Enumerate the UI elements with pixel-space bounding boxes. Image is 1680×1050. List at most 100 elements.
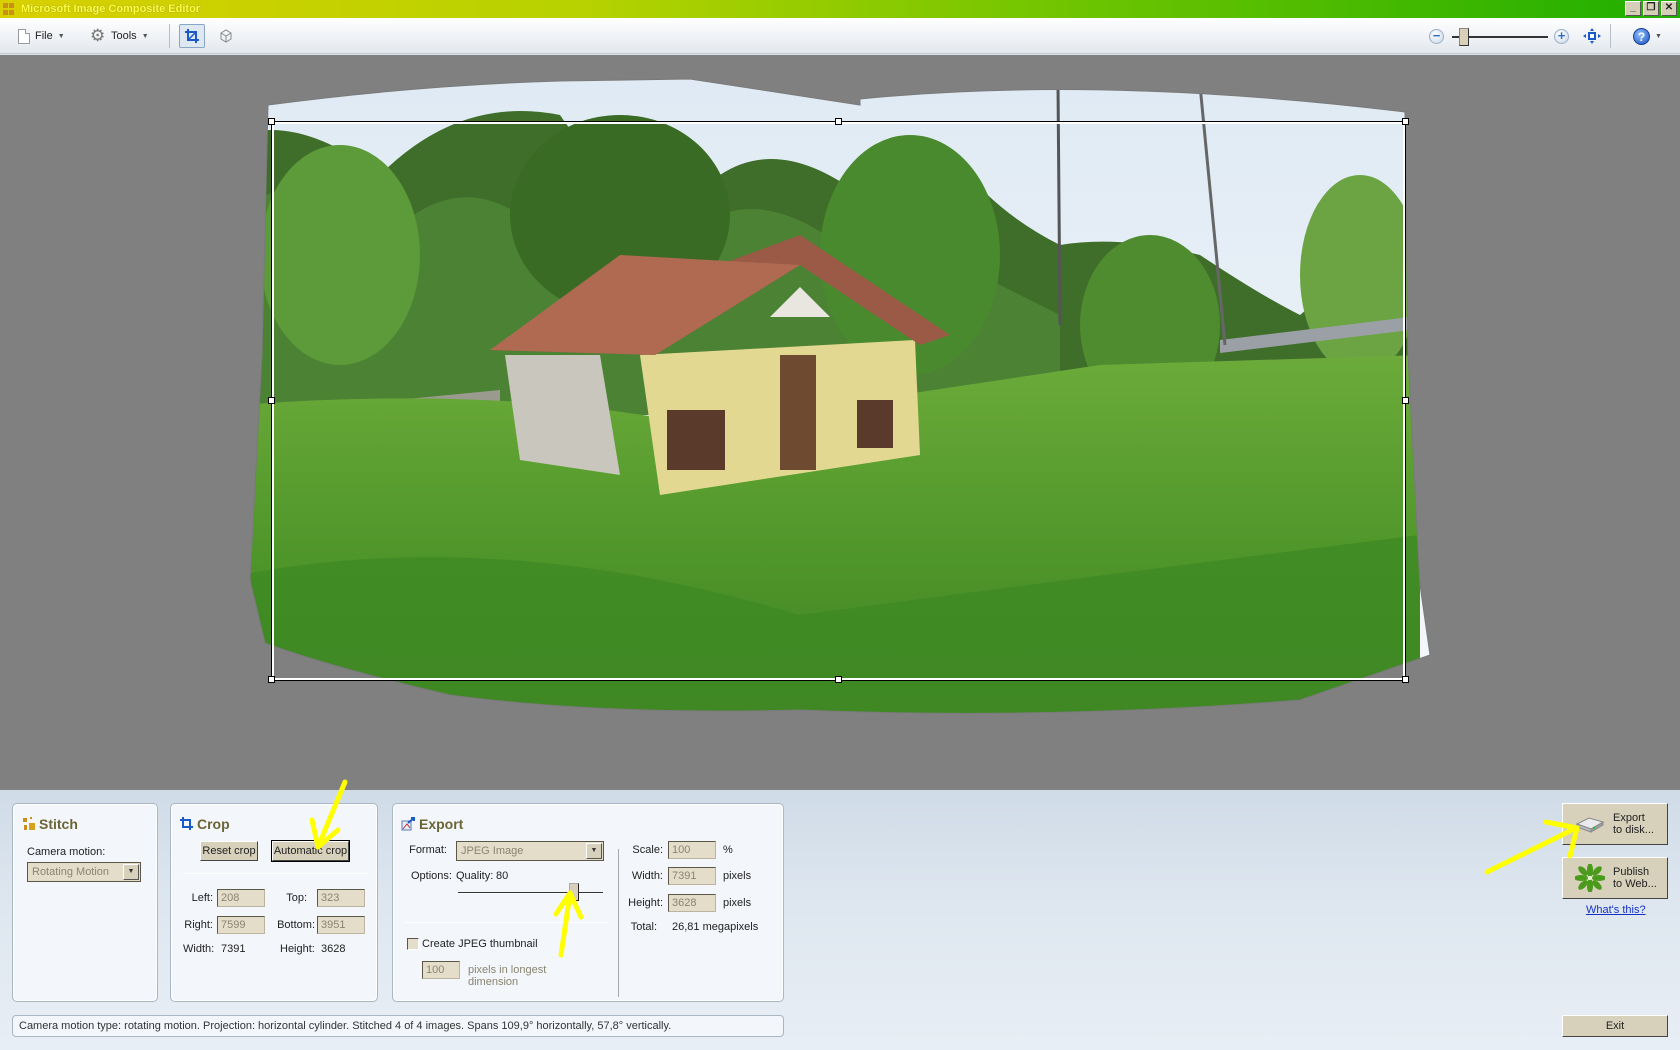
export-panel: Export Format: JPEG Image ▼ Options: Qua… (392, 803, 784, 1002)
crop-handle-bottom[interactable] (835, 676, 842, 683)
width-value: 7391 (221, 943, 246, 955)
export-height-unit: pixels (723, 897, 752, 909)
crop-handle-top-right[interactable] (1402, 118, 1409, 125)
divider (183, 873, 367, 874)
crop-handle-top-left[interactable] (268, 118, 275, 125)
window-title: Microsoft Image Composite Editor (21, 3, 201, 15)
gear-icon: ⚙ (90, 26, 106, 45)
panorama-canvas[interactable] (0, 55, 1680, 790)
zoom-slider-thumb[interactable] (1458, 28, 1469, 46)
crop-handle-bottom-left[interactable] (268, 676, 275, 683)
caret-down-icon[interactable]: ▼ (1655, 33, 1662, 40)
top-label: Top: (286, 892, 307, 904)
export-width-unit: pixels (723, 870, 752, 882)
height-value: 3628 (321, 943, 346, 955)
3d-box-icon (220, 29, 232, 43)
quality-slider-track[interactable] (458, 892, 603, 894)
jpeg-thumbnail-label: Create JPEG thumbnail (422, 938, 538, 950)
stitch-panel: Stitch Camera motion: Rotating Motion ▼ (12, 803, 158, 1002)
thumbnail-size-label: pixels in longest (468, 964, 547, 976)
crop-handle-left[interactable] (268, 397, 275, 404)
chevron-down-icon: ▼ (123, 864, 139, 880)
crop-handle-right[interactable] (1402, 397, 1409, 404)
whats-this-link[interactable]: What's this? (1586, 904, 1646, 916)
projection-tool-button[interactable] (213, 24, 239, 48)
caret-down-icon: ▼ (57, 32, 65, 40)
export-width-label: Width: (631, 870, 663, 882)
publish-to-web-button[interactable]: Publish to Web... (1562, 857, 1668, 899)
toolbar: File ▼ ⚙ Tools ▼ − + ? ▼ (0, 18, 1680, 54)
export-height-label: Height: (628, 897, 663, 909)
divider (618, 849, 619, 997)
crop-handle-bottom-right[interactable] (1402, 676, 1409, 683)
total-label: Total: (630, 921, 657, 933)
crop-tool-button[interactable] (179, 24, 205, 48)
zoom-in-button[interactable]: + (1554, 29, 1569, 44)
quality-slider-thumb[interactable] (569, 883, 579, 901)
export-to-disk-button[interactable]: Export to disk... (1562, 803, 1668, 845)
file-menu[interactable]: File ▼ (18, 26, 65, 46)
publish-label-2: to Web... (1613, 878, 1657, 890)
export-icon (401, 817, 415, 831)
hard-disk-icon (1575, 817, 1605, 833)
restore-button[interactable]: ❐ (1643, 1, 1659, 16)
fit-to-window-button[interactable] (1579, 24, 1605, 48)
publish-label-1: Publish (1613, 866, 1650, 878)
camera-motion-value: Rotating Motion (32, 866, 110, 878)
file-menu-label: File (35, 30, 53, 42)
bottom-input[interactable]: 3951 (317, 916, 365, 934)
jpeg-thumbnail-checkbox[interactable] (407, 938, 419, 950)
format-select[interactable]: JPEG Image ▼ (456, 841, 604, 861)
right-input[interactable]: 7599 (217, 916, 265, 934)
left-input[interactable]: 208 (217, 889, 265, 907)
exit-button[interactable]: Exit (1562, 1015, 1668, 1037)
scale-input[interactable]: 100 (668, 841, 716, 859)
export-width-input[interactable]: 7391 (668, 867, 716, 885)
camera-motion-select[interactable]: Rotating Motion ▼ (27, 862, 141, 882)
crop-icon (185, 29, 199, 43)
crop-rectangle[interactable] (271, 121, 1406, 681)
help-icon[interactable]: ? (1633, 28, 1650, 45)
export-to-disk-label-2: to disk... (1613, 824, 1654, 836)
tools-menu[interactable]: ⚙ Tools ▼ (90, 26, 149, 46)
format-value: JPEG Image (461, 845, 524, 857)
document-icon (18, 28, 30, 44)
camera-motion-label: Camera motion: (27, 846, 106, 858)
export-title: Export (419, 816, 464, 832)
thumbnail-size-input[interactable]: 100 (422, 961, 460, 979)
quality-label: Quality: (456, 870, 494, 882)
left-label: Left: (191, 892, 213, 904)
scale-unit: % (723, 844, 733, 856)
scale-label: Scale: (632, 844, 663, 856)
stitch-title: Stitch (39, 816, 78, 832)
export-to-disk-label-1: Export (1613, 812, 1645, 824)
top-input[interactable]: 323 (317, 889, 365, 907)
export-height-input[interactable]: 3628 (668, 894, 716, 912)
stitch-icon (23, 817, 35, 830)
minimize-button[interactable]: _ (1625, 1, 1641, 16)
caret-down-icon: ▼ (141, 32, 149, 40)
status-bar: Camera motion type: rotating motion. Pro… (12, 1015, 784, 1037)
divider (405, 922, 607, 923)
title-bar: Microsoft Image Composite Editor _ ❐ ✕ (0, 0, 1680, 18)
crop-handle-top[interactable] (835, 118, 842, 125)
thumbnail-size-label-2: dimension (468, 976, 519, 988)
chevron-down-icon: ▼ (586, 843, 602, 859)
reset-crop-button[interactable]: Reset crop (200, 841, 258, 861)
bottom-label: Bottom: (277, 919, 315, 931)
photosynth-icon (1575, 864, 1605, 892)
close-button[interactable]: ✕ (1661, 1, 1677, 16)
zoom-out-button[interactable]: − (1429, 29, 1444, 44)
height-label: Height: (280, 943, 315, 955)
crop-title: Crop (197, 816, 230, 832)
fit-to-window-icon (1583, 28, 1601, 44)
tools-menu-label: Tools (111, 30, 137, 42)
app-icon (3, 2, 17, 16)
bottom-panel: Stitch Camera motion: Rotating Motion ▼ … (0, 790, 1680, 1050)
automatic-crop-button[interactable]: Automatic crop (271, 840, 350, 862)
width-label: Width: (183, 943, 215, 955)
crop-icon (180, 817, 193, 830)
quality-value: 80 (496, 870, 509, 882)
options-label: Options: (411, 870, 452, 882)
crop-panel: Crop Reset crop Automatic crop Left: 208… (170, 803, 378, 1002)
